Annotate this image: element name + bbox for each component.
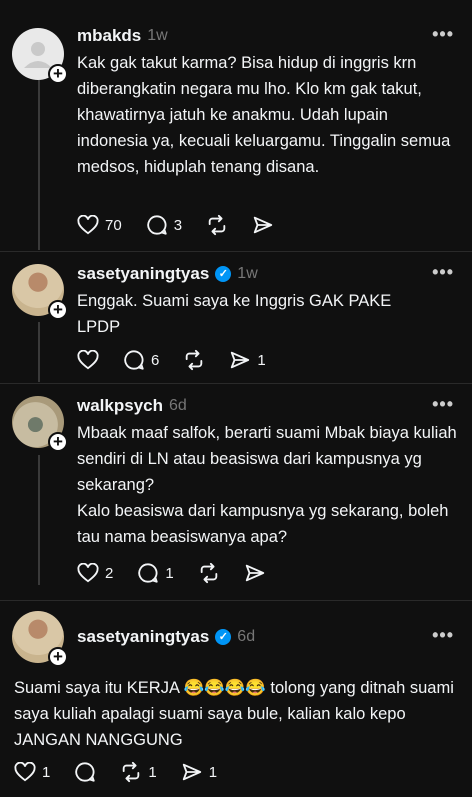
- comment-icon: [75, 762, 95, 782]
- reply-count: 1: [165, 564, 174, 582]
- username[interactable]: sasetyaningtyas: [77, 627, 209, 647]
- heart-icon: [77, 563, 99, 583]
- share-button[interactable]: [252, 214, 274, 236]
- reply-button[interactable]: 3: [146, 214, 182, 236]
- timestamp: 1w: [147, 27, 168, 44]
- share-count: 1: [257, 351, 266, 369]
- verified-badge-icon: ✓: [215, 266, 232, 282]
- repost-count: 1: [148, 763, 157, 781]
- post-text: Mbaak maaf salfok, berarti suami Mbak bi…: [77, 424, 457, 494]
- repost-button[interactable]: [183, 349, 205, 371]
- reply-count: 6: [151, 351, 160, 369]
- more-icon[interactable]: •••: [432, 394, 454, 415]
- username[interactable]: mbakds: [77, 26, 141, 46]
- like-button[interactable]: 1: [14, 762, 50, 782]
- comment-icon: [124, 350, 144, 370]
- action-bar: 2 1: [77, 562, 290, 584]
- heart-icon: [14, 762, 36, 782]
- repost-button[interactable]: [198, 562, 220, 584]
- follow-plus-icon[interactable]: +: [48, 300, 68, 320]
- post-header: mbakds 1w: [77, 26, 168, 46]
- action-bar: 70 3: [77, 214, 298, 236]
- like-count: 2: [105, 564, 114, 582]
- post-item: + mbakds 1w ••• Kak gak takut karma? Bis…: [0, 0, 472, 250]
- more-icon[interactable]: •••: [432, 262, 454, 283]
- reply-button[interactable]: 1: [137, 562, 174, 584]
- share-button[interactable]: 1: [229, 349, 266, 371]
- action-bar: 1 1 1: [14, 761, 241, 783]
- share-icon: [231, 351, 250, 369]
- share-count: 1: [208, 763, 218, 781]
- like-button[interactable]: 2: [77, 563, 113, 583]
- repost-icon: [200, 562, 217, 584]
- like-count: 70: [105, 216, 122, 234]
- share-button[interactable]: [244, 562, 266, 584]
- more-icon[interactable]: •••: [432, 24, 454, 45]
- share-icon: [182, 763, 201, 781]
- reply-count: 3: [173, 216, 183, 234]
- heart-icon: [77, 215, 99, 235]
- verified-badge-icon: ✓: [215, 629, 232, 645]
- comment-icon: [147, 215, 167, 235]
- like-count: 1: [42, 763, 51, 781]
- post-header: sasetyaningtyas ✓ 6d: [77, 627, 255, 647]
- post-item-focused: + sasetyaningtyas ✓ 6d ••• Suami saya it…: [0, 601, 472, 797]
- post-item: + walkpsych 6d ••• Mbaak maaf salfok, be…: [0, 384, 472, 599]
- timestamp: 6d: [237, 628, 256, 645]
- reply-button[interactable]: 6: [123, 349, 159, 371]
- post-text: Kak gak takut karma? Bisa hidup di inggr…: [77, 54, 451, 176]
- follow-plus-icon[interactable]: +: [48, 647, 68, 667]
- follow-plus-icon[interactable]: +: [48, 432, 68, 452]
- username[interactable]: sasetyaningtyas: [77, 264, 209, 284]
- comment-icon: [138, 563, 158, 583]
- reply-button[interactable]: [74, 761, 96, 783]
- post-text: Enggak. Suami saya ke Inggris GAK PAKE L…: [77, 292, 392, 336]
- share-icon: [253, 216, 273, 234]
- follow-plus-icon[interactable]: +: [48, 64, 68, 84]
- repost-button[interactable]: 1: [120, 761, 157, 783]
- post-text-paragraph-2: Kalo beasiswa dari kampusnya yg sekarang…: [77, 502, 449, 546]
- timestamp: 6d: [169, 397, 187, 414]
- action-bar: 6 1: [77, 349, 290, 371]
- post-item: + sasetyaningtyas ✓ 1w ••• Enggak. Suami…: [0, 252, 472, 382]
- like-button[interactable]: 70: [77, 215, 122, 235]
- username[interactable]: walkpsych: [77, 396, 163, 416]
- heart-icon: [77, 350, 99, 370]
- like-button[interactable]: [77, 350, 99, 370]
- timestamp: 1w: [237, 265, 258, 282]
- repost-icon: [208, 214, 226, 236]
- post-header: walkpsych 6d: [77, 396, 187, 416]
- post-header: sasetyaningtyas ✓ 1w: [77, 264, 258, 284]
- post-text: Suami saya itu KERJA 😂😂😂😂 tolong yang di…: [14, 679, 454, 749]
- more-icon[interactable]: •••: [432, 625, 454, 646]
- repost-icon: [186, 349, 203, 371]
- repost-icon: [123, 761, 140, 783]
- share-button[interactable]: 1: [181, 761, 217, 783]
- repost-button[interactable]: [206, 214, 228, 236]
- share-icon: [245, 564, 264, 582]
